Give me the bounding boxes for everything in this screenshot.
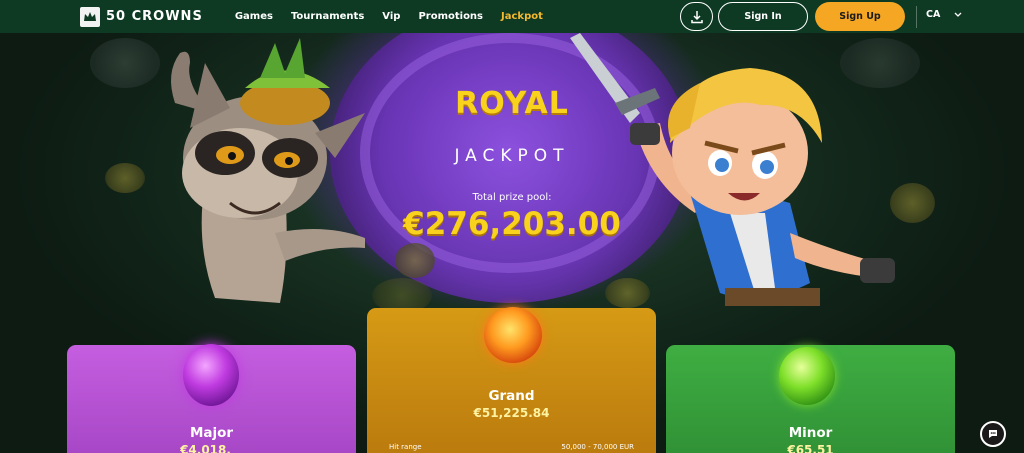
warrior-boy-character-illustration — [570, 33, 895, 306]
nav-tournaments[interactable]: Tournaments — [291, 11, 364, 22]
total-pool-amount: €276,203.00 — [403, 206, 621, 242]
grand-card-title: Grand — [488, 388, 535, 404]
hit-range-label: Hit range — [389, 443, 422, 451]
coin-decoration — [395, 243, 435, 278]
live-chat-button[interactable] — [980, 421, 1006, 447]
language-code: CA — [926, 9, 941, 20]
green-orb-icon — [779, 347, 835, 405]
jackpot-title: JACKPOT — [454, 146, 570, 166]
major-card-title: Major — [189, 425, 234, 441]
sign-up-button[interactable]: Sign Up — [815, 2, 905, 31]
nav-games[interactable]: Games — [235, 11, 273, 22]
top-header: 50 CROWNS Games Tournaments Vip Promotio… — [0, 0, 1024, 33]
sign-in-button[interactable]: Sign In — [718, 2, 808, 31]
language-selector[interactable]: CA — [926, 9, 962, 20]
minor-card-title: Minor — [788, 425, 833, 441]
major-card-amount: €4,018.__ — [180, 443, 243, 453]
royal-title: ROYAL — [455, 86, 569, 121]
crown-icon — [80, 6, 100, 27]
grand-card-amount: €51,225.84 — [473, 406, 550, 420]
chevron-down-icon — [954, 12, 962, 17]
download-app-button[interactable] — [680, 2, 713, 31]
nav-promotions[interactable]: Promotions — [418, 11, 483, 22]
chat-bubble-icon — [989, 430, 997, 438]
site-logo[interactable]: 50 CROWNS — [80, 6, 203, 27]
hit-range-value: 50,000 - 70,000 EUR — [561, 443, 634, 451]
nav-vip[interactable]: Vip — [382, 11, 400, 22]
header-divider — [916, 6, 917, 28]
fire-orb-icon — [484, 307, 542, 363]
hit-range-row: Hit range 50,000 - 70,000 EUR — [389, 443, 634, 451]
logo-text: 50 CROWNS — [106, 9, 203, 24]
download-icon — [690, 10, 703, 23]
purple-orb-icon — [183, 344, 239, 406]
lemur-character-illustration — [171, 38, 365, 303]
total-pool-label: Total prize pool: — [472, 192, 552, 203]
main-nav: Games Tournaments Vip Promotions Jackpot — [235, 11, 561, 22]
nav-jackpot[interactable]: Jackpot — [501, 11, 543, 22]
minor-card-amount: €65.51 — [787, 443, 834, 453]
